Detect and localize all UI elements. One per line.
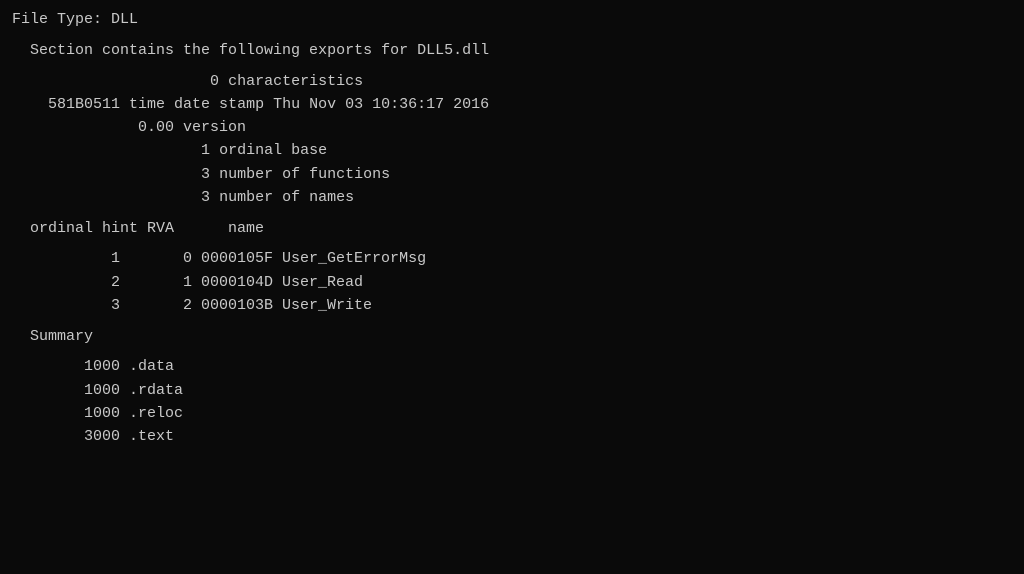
summary-row: 1000 .data [12,355,1012,378]
summary-label: Summary [12,325,1012,348]
exports-header: ordinal hint RVA name [12,217,1012,240]
file-type-line: File Type: DLL [12,8,1012,31]
export-row: 1 0 0000105F User_GetErrorMsg [12,247,1012,270]
export-row: 3 2 0000103B User_Write [12,294,1012,317]
export-row: 2 1 0000104D User_Read [12,271,1012,294]
num-functions-line: 3 number of functions [12,163,1012,186]
characteristics-line: 0 characteristics [12,70,1012,93]
timestamp-line: 581B0511 time date stamp Thu Nov 03 10:3… [12,93,1012,116]
exports-list: 1 0 0000105F User_GetErrorMsg 2 1 000010… [12,247,1012,317]
summary-row: 1000 .rdata [12,379,1012,402]
num-names-line: 3 number of names [12,186,1012,209]
summary-list: 1000 .data 1000 .rdata 1000 .reloc 3000 … [12,355,1012,448]
terminal-output: File Type: DLL Section contains the foll… [12,8,1012,566]
summary-row: 1000 .reloc [12,402,1012,425]
version-line: 0.00 version [12,116,1012,139]
section-header: Section contains the following exports f… [12,39,1012,62]
summary-row: 3000 .text [12,425,1012,448]
ordinal-base-line: 1 ordinal base [12,139,1012,162]
